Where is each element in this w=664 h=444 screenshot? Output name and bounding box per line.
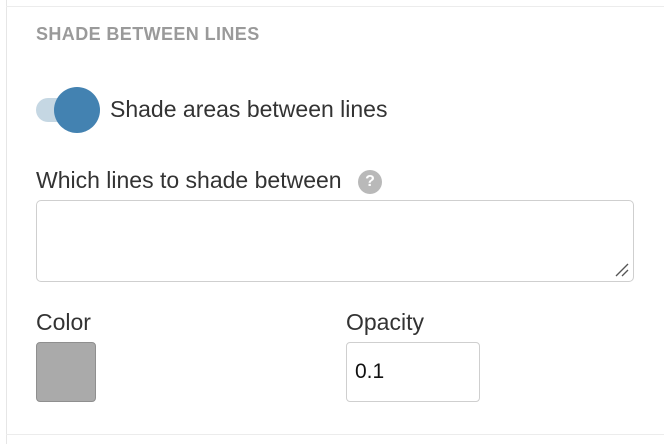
toggle-knob xyxy=(54,87,100,133)
shade-areas-toggle[interactable] xyxy=(36,86,102,134)
shade-between-lines-panel: SHADE BETWEEN LINES Shade areas between … xyxy=(0,0,664,444)
lines-to-shade-textarea[interactable] xyxy=(36,200,634,282)
color-swatch[interactable] xyxy=(36,342,96,402)
section-title: SHADE BETWEEN LINES xyxy=(36,24,260,44)
help-icon[interactable]: ? xyxy=(358,170,382,194)
resize-grip-icon[interactable] xyxy=(614,262,630,278)
panel-bottom-divider xyxy=(6,434,664,435)
panel-top-divider xyxy=(6,6,664,7)
panel-left-border xyxy=(6,0,7,444)
opacity-input[interactable] xyxy=(346,342,480,402)
shade-areas-toggle-label[interactable]: Shade areas between lines xyxy=(110,96,387,123)
lines-to-shade-label: Which lines to shade between xyxy=(36,167,342,193)
opacity-label: Opacity xyxy=(346,309,424,335)
color-label: Color xyxy=(36,309,91,335)
